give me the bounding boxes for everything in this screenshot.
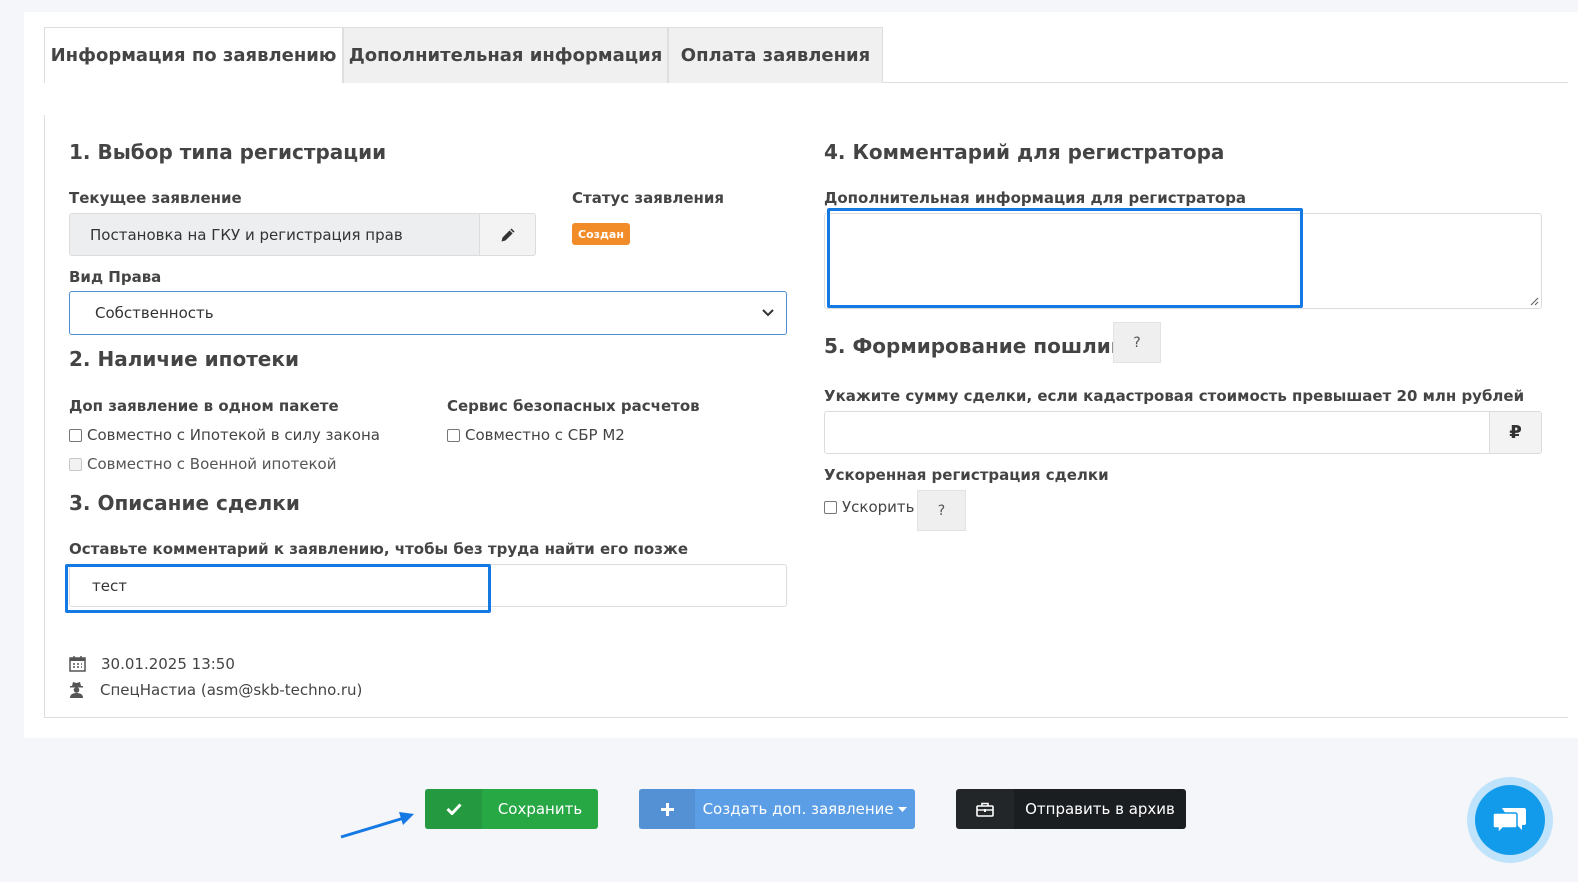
plus-icon <box>660 802 674 816</box>
tab-divider <box>882 82 1568 83</box>
create-label-wrap: Создать доп. заявление <box>695 800 915 818</box>
briefcase-icon <box>976 802 994 817</box>
pencil-icon <box>501 228 514 241</box>
deal-amount-label: Укажите сумму сделки, если кадастровая с… <box>824 387 1525 405</box>
checkbox-label: Совместно с Военной ипотекой <box>87 455 337 473</box>
user-secret-icon <box>70 682 83 698</box>
create-additional-application-button[interactable]: Создать доп. заявление <box>639 789 915 829</box>
registrar-info-label: Дополнительная информация для регистрато… <box>824 189 1247 207</box>
chat-circle <box>1475 785 1545 855</box>
mortgage-law-checkbox[interactable]: Совместно с Ипотекой в силу закона <box>69 426 380 444</box>
tab-additional-info[interactable]: Дополнительная информация <box>343 27 668 83</box>
current-application-field: Постановка на ГКУ и регистрация прав <box>69 213 480 256</box>
archive-label: Отправить в архив <box>1025 800 1175 818</box>
fast-registration-label: Ускоренная регистрация сделки <box>824 466 1109 484</box>
safe-payments-label: Сервис безопасных расчетов <box>447 397 700 415</box>
checkbox-box <box>69 457 82 471</box>
right-type-label: Вид Права <box>69 268 162 286</box>
current-application-label: Текущее заявление <box>69 189 242 207</box>
fee-help-button[interactable]: ? <box>1113 322 1161 363</box>
checkbox-box[interactable] <box>824 500 837 514</box>
tab-label: Дополнительная информация <box>348 45 663 66</box>
ruble-addon: ₽ <box>1489 411 1542 454</box>
current-application-value: Постановка на ГКУ и регистрация прав <box>90 225 403 244</box>
tab-payment[interactable]: Оплата заявления <box>668 27 883 83</box>
fast-registration-checkbox[interactable]: Ускорить <box>824 498 914 516</box>
deal-amount-input[interactable] <box>824 411 1490 454</box>
chat-widget-button[interactable] <box>1467 777 1553 863</box>
checkbox-label: Совместно с Ипотекой в силу закона <box>87 426 380 444</box>
comment-value: тест <box>92 576 127 595</box>
comment-input[interactable]: тест <box>69 564 787 607</box>
ruble-icon: ₽ <box>1509 422 1522 443</box>
status-badge: Создан <box>572 223 630 245</box>
comment-label: Оставьте комментарий к заявлению, чтобы … <box>69 540 689 558</box>
check-icon <box>445 803 462 815</box>
tab-bar: Информация по заявлению Дополнительная и… <box>44 27 883 83</box>
status-label: Статус заявления <box>572 189 725 207</box>
caret-down-icon <box>898 806 908 812</box>
section-mortgage-title: 2. Наличие ипотеки <box>69 347 299 371</box>
calendar-icon <box>69 656 86 672</box>
tab-application-info[interactable]: Информация по заявлению <box>44 27 343 83</box>
extra-application-label: Доп заявление в одном пакете <box>69 397 339 415</box>
right-type-select[interactable]: Собственность <box>69 291 787 335</box>
section-fee-title: 5. Формирование пошлины <box>824 334 1143 358</box>
create-label: Создать доп. заявление <box>702 800 894 818</box>
registrar-info-textarea[interactable] <box>824 213 1542 309</box>
military-mortgage-checkbox: Совместно с Военной ипотекой <box>69 455 336 473</box>
archive-button[interactable]: Отправить в архив <box>956 789 1186 829</box>
edit-application-button[interactable] <box>479 213 536 256</box>
checkbox-label: Ускорить <box>842 498 915 516</box>
chat-icon <box>1493 808 1526 835</box>
resize-handle-icon[interactable] <box>1529 296 1539 306</box>
tab-label: Оплата заявления <box>680 45 871 66</box>
checkbox-box[interactable] <box>69 428 82 442</box>
sbr-checkbox[interactable]: Совместно с СБР М2 <box>447 426 625 444</box>
fast-help-button[interactable]: ? <box>917 490 966 531</box>
created-user: СпецНастиа (asm@skb-techno.ru) <box>100 681 363 699</box>
checkbox-box[interactable] <box>447 428 460 442</box>
section-registrar-comment-title: 4. Комментарий для регистратора <box>824 140 1225 164</box>
save-label: Сохранить <box>497 800 583 818</box>
save-button[interactable]: Сохранить <box>425 789 598 829</box>
checkbox-label: Совместно с СБР М2 <box>465 426 625 444</box>
arrow-pointer-icon <box>340 812 414 839</box>
tab-label: Информация по заявлению <box>50 45 337 66</box>
chevron-down-icon <box>762 309 774 317</box>
section-deal-description-title: 3. Описание сделки <box>69 491 300 515</box>
section-registration-type-title: 1. Выбор типа регистрации <box>69 140 387 164</box>
created-date: 30.01.2025 13:50 <box>101 655 235 673</box>
right-type-value: Собственность <box>95 304 214 322</box>
